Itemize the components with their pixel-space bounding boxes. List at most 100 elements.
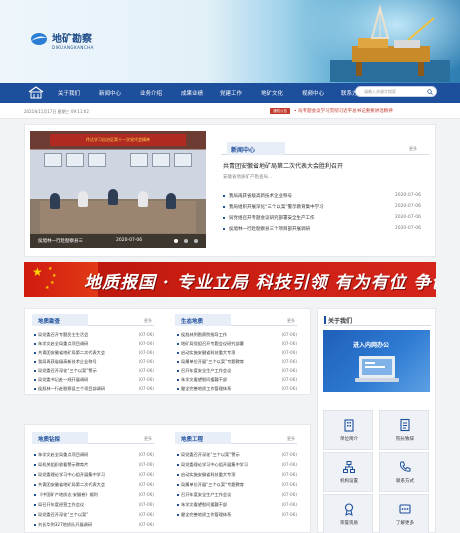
list-item[interactable]: 召开年度安全生产工作会议 (07-06) bbox=[175, 492, 297, 500]
list-item-title[interactable]: 启动实施安徽省科技重大专项 bbox=[181, 472, 273, 478]
list-item[interactable]: 侯旭林一行赴勘察县三个项目部调研 (07-06) bbox=[32, 386, 154, 394]
list-item[interactable]: 局机关组织收看警示教育片 (07-06) bbox=[32, 462, 154, 470]
more-link[interactable]: 更多 bbox=[287, 318, 295, 324]
list-item-title[interactable]: 局党委召开专题民主生活会 bbox=[38, 332, 130, 338]
tile-company-profile[interactable]: 单位简介 bbox=[323, 410, 373, 450]
list-item[interactable]: 刘长华到327地质队开展调研 (07-06) bbox=[32, 522, 154, 530]
carousel-dot[interactable] bbox=[174, 239, 178, 243]
list-item-title[interactable]: 局党委召开深化“三个以案” bbox=[38, 512, 130, 518]
list-item-title[interactable]: 局召开年度经营工作会议 bbox=[38, 502, 130, 508]
list-item-title[interactable]: 共青团安徽省地矿局第二次代表大会 bbox=[38, 350, 130, 356]
nav-item-about[interactable]: 关于我们 bbox=[58, 89, 80, 97]
tab-drilling[interactable]: 地质钻探 bbox=[32, 432, 88, 444]
search-box[interactable]: 请输入关键字搜索 bbox=[355, 86, 437, 97]
more-link[interactable]: 更多 bbox=[144, 436, 152, 442]
list-item-title[interactable]: 侯旭林到勘察院指导工作 bbox=[181, 332, 273, 338]
carousel-dot[interactable] bbox=[194, 239, 198, 243]
list-item[interactable]: 朱学文赴全局重点项目调研 (07-06) bbox=[32, 452, 154, 460]
search-input[interactable]: 请输入关键字搜索 bbox=[364, 89, 396, 95]
list-item-title[interactable]: 我局再获省级高新技术企业称号 bbox=[38, 359, 130, 365]
search-icon[interactable] bbox=[427, 89, 433, 95]
list-item[interactable]: 朱学文看望慰问援疆干部 (07-06) bbox=[175, 377, 297, 385]
list-item-title[interactable]: 局党委书记赴一线开展调研 bbox=[38, 377, 130, 383]
list-item[interactable]: 共青团安徽省地矿局第二次代表大会 (07-06) bbox=[32, 482, 154, 490]
list-item-title[interactable]: 局党组召开专题会议研究部署安全生产工作 bbox=[229, 215, 315, 221]
list-item-title[interactable]: 局党委理论学习中心组开展集中学习 bbox=[181, 462, 273, 468]
list-item[interactable]: 局党委理论学习中心组开展集中学习 (07-06) bbox=[32, 472, 154, 480]
list-item[interactable]: 朱学文赴全局重点项目调研 (07-06) bbox=[32, 341, 154, 349]
more-link[interactable]: 更多 bbox=[287, 436, 295, 442]
list-item-title[interactable]: 朱学文看望慰问援疆干部 bbox=[181, 502, 273, 508]
list-item[interactable]: 召开年度安全生产工作会议 (07-06) bbox=[175, 368, 297, 376]
list-item[interactable]: 启动实施安徽省科技重大专项 (07-06) bbox=[175, 472, 297, 480]
tile-honors[interactable]: 荣誉资质 bbox=[323, 494, 373, 533]
list-item-title[interactable]: 局机关组织收看警示教育片 bbox=[38, 462, 130, 468]
list-item[interactable]: 共青团安徽省地矿局第二次代表大会 (07-06) bbox=[32, 350, 154, 358]
tab-eco-geology[interactable]: 生态地质 bbox=[175, 314, 231, 326]
list-item[interactable]: 局党委理论学习中心组开展集中学习 (07-06) bbox=[175, 462, 297, 470]
list-item-title[interactable]: 我局再获省级高新技术企业称号 bbox=[229, 193, 292, 199]
list-item[interactable]: 健全完善地质工作管理体系 (07-06) bbox=[175, 512, 297, 520]
tile-learn-more[interactable]: 了解更多 bbox=[379, 494, 429, 533]
list-item-title[interactable]: 我局组织开展深化“三个以案”警示教育集中学习 bbox=[229, 204, 324, 210]
home-icon[interactable] bbox=[26, 86, 46, 100]
list-item-title[interactable]: 局党委召开深化“三个以案”警示 bbox=[38, 368, 130, 374]
list-item-title[interactable]: 地矿局党组召开专题会议研究部署 bbox=[181, 341, 273, 347]
notice-badge[interactable]: 通知公告 bbox=[270, 108, 290, 114]
news-carousel[interactable]: 传达学习自治区第十一次党代会精神 侯旭林一行赴勘察县三 2020-07-06 bbox=[30, 131, 206, 248]
list-item[interactable]: 侯旭林到勘察院指导工作 (07-06) bbox=[175, 332, 297, 340]
list-item-title[interactable]: 健全完善地质工作管理体系 bbox=[181, 386, 273, 392]
list-item-title[interactable]: 共青团安徽省地矿局第二次代表大会 bbox=[38, 482, 130, 488]
list-item[interactable]: 局属单位开展“三个以案”专题教育 (07-06) bbox=[175, 482, 297, 490]
tab-engineering[interactable]: 地质工程 bbox=[175, 432, 231, 444]
site-logo[interactable]: 地矿勘察 DIKUANGKANCHA bbox=[30, 28, 100, 52]
tile-contact[interactable]: 联系方式 bbox=[379, 452, 429, 492]
tile-director-speech[interactable]: 院长致辞 bbox=[379, 410, 429, 450]
list-item[interactable]: 启动实施安徽省科技重大专项 (07-06) bbox=[175, 350, 297, 358]
list-item-title[interactable]: 召开年度安全生产工作会议 bbox=[181, 492, 273, 498]
list-item[interactable]: 地矿局党组召开专题会议研究部署 (07-06) bbox=[175, 341, 297, 349]
list-item-title[interactable]: 朱学文看望慰问援疆干部 bbox=[181, 377, 273, 383]
nav-item-news[interactable]: 新闻中心 bbox=[99, 89, 121, 97]
list-item[interactable]: 局党委召开深化“三个以案”警示 (07-06) bbox=[175, 452, 297, 460]
list-item[interactable]: 局党组召开专题会议研究部署安全生产工作 2020-07-06 bbox=[223, 215, 423, 223]
list-item[interactable]: 我局再获省级高新技术企业称号 2020-07-06 bbox=[223, 193, 423, 201]
list-item-title[interactable]: 朱学文赴全局重点项目调研 bbox=[38, 341, 130, 347]
carousel-title[interactable]: 侯旭林一行赴勘察县三 bbox=[38, 238, 83, 244]
list-item[interactable]: 局党委召开专题民主生活会 (07-06) bbox=[32, 332, 154, 340]
nav-item-business[interactable]: 业务介绍 bbox=[140, 89, 162, 97]
news-lead-title[interactable]: 共青团安徽省地矿局第二次代表大会胜利召开 bbox=[223, 161, 343, 170]
list-item-title[interactable]: 局党委召开深化“三个以案”警示 bbox=[181, 452, 273, 458]
list-item[interactable]: 局召开年度经营工作会议 (07-06) bbox=[32, 502, 154, 510]
list-item[interactable]: 局党委召开深化“三个以案”警示 (07-06) bbox=[32, 368, 154, 376]
tab-geology[interactable]: 地质勘查 bbox=[32, 314, 88, 326]
list-item[interactable]: 局属单位开展“三个以案”专题教育 (07-06) bbox=[175, 359, 297, 367]
list-item[interactable]: 我局组织开展深化“三个以案”警示教育集中学习 2020-07-06 bbox=[223, 204, 423, 212]
list-item[interactable]: 健全完善地质工作管理体系 (07-06) bbox=[175, 386, 297, 394]
list-item-title[interactable]: 局属单位开展“三个以案”专题教育 bbox=[181, 482, 273, 488]
list-item-title[interactable]: 局党委理论学习中心组开展集中学习 bbox=[38, 472, 130, 478]
list-item-title[interactable]: 启动实施安徽省科技重大专项 bbox=[181, 350, 273, 356]
list-item[interactable]: 朱学文看望慰问援疆干部 (07-06) bbox=[175, 502, 297, 510]
list-item-title[interactable]: 朱学文赴全局重点项目调研 bbox=[38, 452, 130, 458]
nav-item-achievements[interactable]: 成果业绩 bbox=[181, 89, 203, 97]
list-item-title[interactable]: 侯旭林一行赴勘察县三个项目部调研 bbox=[38, 386, 130, 392]
list-item-title[interactable]: 刘长华到327地质队开展调研 bbox=[38, 522, 130, 528]
nav-item-party[interactable]: 党建工作 bbox=[220, 89, 242, 97]
notice-ticker[interactable]: • 局专题会议学习贯彻习近平总书记重要讲话精神 bbox=[294, 108, 393, 114]
nav-item-culture[interactable]: 地矿文化 bbox=[261, 89, 283, 97]
news-more-link[interactable]: 更多 bbox=[409, 146, 417, 152]
list-item-title[interactable]: 召开年度安全生产工作会议 bbox=[181, 368, 273, 374]
list-item[interactable]: 局党委书记赴一线开展调研 (07-06) bbox=[32, 377, 154, 385]
more-link[interactable]: 更多 bbox=[144, 318, 152, 324]
list-item[interactable]: 局党委召开深化“三个以案” (07-06) bbox=[32, 512, 154, 520]
tile-organization[interactable]: 机构设置 bbox=[323, 452, 373, 492]
list-item-title[interactable]: 健全完善地质工作管理体系 bbox=[181, 512, 273, 518]
list-item[interactable]: 侯旭林一行赴勘察县三个项目部开展调研 2020-07-06 bbox=[223, 226, 423, 234]
intranet-office-button[interactable]: 进入内网办公 bbox=[323, 330, 430, 392]
carousel-dot[interactable] bbox=[184, 239, 188, 243]
list-item-title[interactable]: 局属单位开展“三个以案”专题教育 bbox=[181, 359, 273, 365]
list-item[interactable]: 《中国矿产地质志·安徽卷》顺利 (07-06) bbox=[32, 492, 154, 500]
list-item[interactable]: 我局再获省级高新技术企业称号 (07-06) bbox=[32, 359, 154, 367]
nav-item-video[interactable]: 视频中心 bbox=[302, 89, 324, 97]
